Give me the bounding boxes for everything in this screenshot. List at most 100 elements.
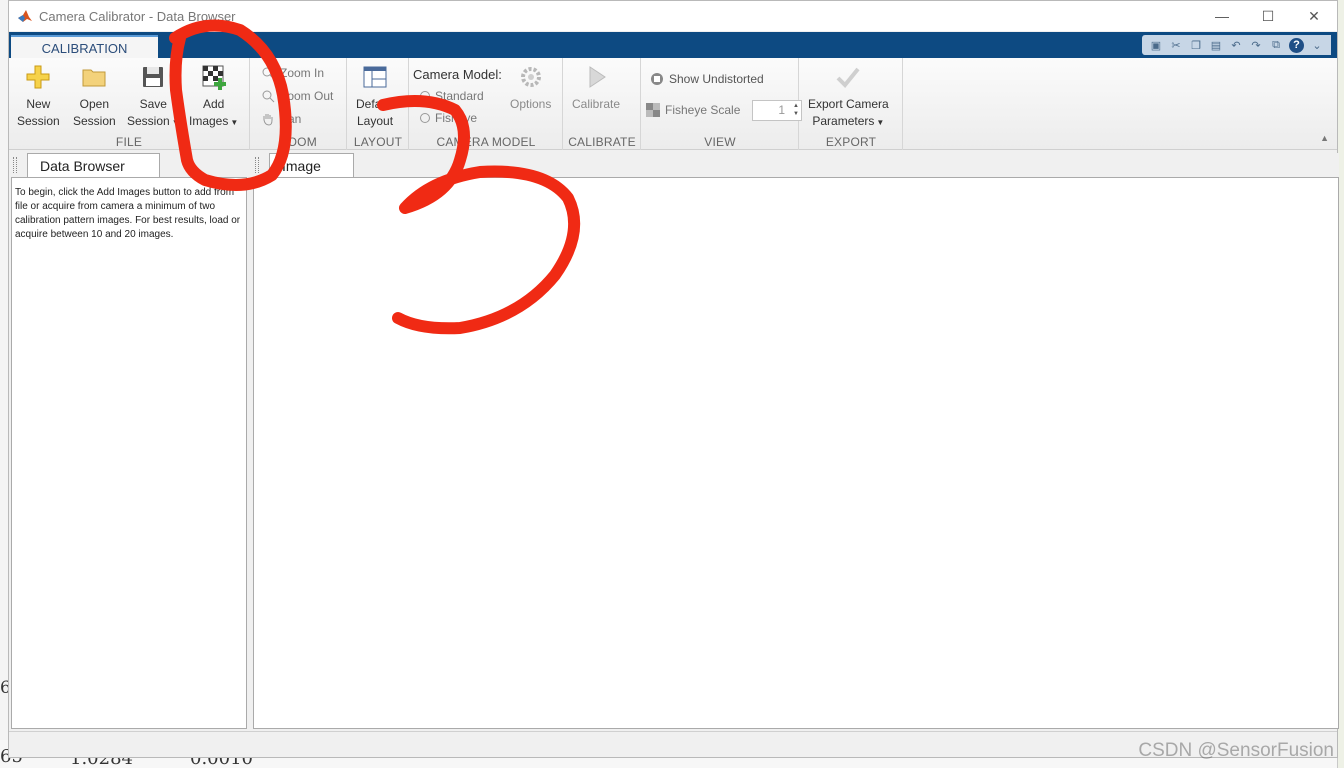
- data-browser-panel: Data Browser To begin, click the Add Ima…: [11, 153, 247, 729]
- save-session-label-2: Session ▼: [127, 113, 180, 131]
- undistorted-icon: [651, 73, 663, 85]
- help-icon[interactable]: ?: [1289, 37, 1304, 53]
- redo-icon[interactable]: ↷: [1246, 36, 1266, 54]
- tab-image[interactable]: Image: [269, 153, 354, 178]
- maximize-icon: ☐: [1261, 7, 1275, 24]
- tab-calibration[interactable]: CALIBRATION: [11, 35, 158, 59]
- image-display-area[interactable]: [253, 177, 1339, 729]
- pan-hand-icon: [263, 114, 273, 126]
- view-group-label: VIEW: [704, 135, 736, 149]
- camera-calibrator-window: Camera Calibrator - Data Browser — ☐ ✕ C…: [8, 0, 1339, 758]
- zoom-in-icon: [262, 67, 275, 80]
- data-browser-body: To begin, click the Add Images button to…: [11, 177, 247, 729]
- radio-button-icon: [420, 113, 430, 123]
- show-undistorted-button[interactable]: Show Undistorted: [650, 72, 764, 86]
- open-session-label-1: Open: [79, 97, 110, 111]
- add-images-checkerboard-icon: [202, 65, 226, 90]
- matlab-logo-icon: [18, 10, 32, 22]
- fisheye-label: Fisheye: [435, 111, 478, 125]
- calibrate-group-label: CALIBRATE: [568, 135, 636, 149]
- panel-grip-icon[interactable]: [255, 157, 259, 173]
- fisheye-scale-label: Fisheye Scale: [665, 103, 741, 117]
- save-icon[interactable]: ▣: [1146, 36, 1166, 54]
- undo-icon[interactable]: ↶: [1226, 36, 1246, 54]
- window-controls: — ☐ ✕: [1199, 1, 1337, 31]
- spinner-arrows-icon[interactable]: ▲ ▼: [793, 102, 799, 118]
- fisheye-radio[interactable]: Fisheye: [420, 111, 477, 125]
- layout-group: Default Layout LAYOUT: [348, 58, 409, 150]
- save-session-button[interactable]: Save Session ▼: [127, 64, 180, 131]
- export-label-text: Parameters: [812, 114, 875, 128]
- gear-icon: [520, 67, 541, 87]
- open-session-button[interactable]: Open Session: [73, 64, 116, 130]
- layout-group-label: LAYOUT: [353, 135, 403, 149]
- expand-chevron-icon[interactable]: ⌄: [1307, 36, 1327, 54]
- export-group: Export Camera Parameters ▼ EXPORT: [800, 58, 903, 150]
- checkmark-icon: [836, 67, 860, 88]
- export-label-2: Parameters ▼: [812, 113, 884, 131]
- zoom-in-label: Zoom In: [280, 66, 325, 80]
- panel-grip-icon[interactable]: [13, 157, 17, 173]
- add-images-label-text: Images: [189, 114, 229, 128]
- title-bar: Camera Calibrator - Data Browser — ☐ ✕: [9, 1, 1337, 31]
- zoom-out-icon: [262, 90, 275, 103]
- zoom-in-button[interactable]: Zoom In: [261, 66, 324, 80]
- export-group-label: EXPORT: [825, 135, 877, 149]
- fisheye-scale-spinner[interactable]: 1 ▲ ▼: [752, 100, 802, 121]
- file-group: New Session Open Session Save Session▼: [9, 58, 250, 150]
- export-label-1: Export Camera: [808, 97, 889, 111]
- image-panel: Image: [253, 153, 1339, 729]
- copy-icon[interactable]: ❐: [1186, 36, 1206, 54]
- new-session-label-2: Session: [17, 114, 60, 128]
- calibrate-button[interactable]: Calibrate: [572, 64, 620, 113]
- folder-icon: [82, 69, 106, 87]
- save-session-label-text: Session: [127, 114, 170, 128]
- options-button[interactable]: Options: [510, 64, 551, 113]
- minimize-icon: —: [1215, 8, 1229, 24]
- new-plus-icon: [26, 65, 50, 89]
- file-group-label: FILE: [115, 135, 143, 149]
- zoom-out-button[interactable]: Zoom Out: [261, 89, 333, 103]
- background-document-left: [0, 0, 8, 768]
- standard-radio[interactable]: Standard: [420, 89, 484, 103]
- export-camera-parameters-button[interactable]: Export Camera Parameters ▼: [808, 64, 889, 131]
- standard-label: Standard: [435, 89, 484, 103]
- close-button[interactable]: ✕: [1291, 1, 1337, 31]
- fisheye-scale-icon: [646, 103, 660, 117]
- camera-model-group: Camera Model: Standard Fisheye Options C…: [410, 58, 563, 150]
- data-browser-instructions: To begin, click the Add Images button to…: [15, 187, 241, 240]
- fisheye-scale-control: Fisheye Scale: [646, 103, 740, 117]
- pan-button[interactable]: Pan: [261, 112, 301, 126]
- fisheye-scale-value: 1: [778, 103, 785, 117]
- minimize-button[interactable]: —: [1199, 1, 1245, 31]
- window-title: Camera Calibrator - Data Browser: [39, 8, 236, 24]
- open-session-label-2: Session: [73, 114, 116, 128]
- ribbon-tab-strip: CALIBRATION ▣ ✂ ❐ ▤ ↶ ↷ ⧉ ? ⌄: [9, 32, 1337, 59]
- show-undistorted-label: Show Undistorted: [669, 72, 764, 86]
- ribbon-toolstrip: New Session Open Session Save Session▼: [9, 58, 1337, 150]
- new-session-label-1: New: [26, 97, 51, 111]
- new-session-button[interactable]: New Session: [17, 64, 60, 130]
- quick-access-toolbar: ▣ ✂ ❐ ▤ ↶ ↷ ⧉ ? ⌄: [1142, 35, 1331, 55]
- add-images-label-1: Add: [202, 97, 225, 111]
- collapse-ribbon-icon[interactable]: ▲: [1320, 133, 1329, 143]
- radio-button-icon: [420, 91, 430, 101]
- camera-model-group-label: CAMERA MODEL: [436, 135, 536, 149]
- watermark: CSDN @SensorFusion: [1138, 740, 1334, 761]
- floppy-disk-icon: [143, 67, 164, 87]
- zoom-out-label: Zoom Out: [280, 89, 334, 103]
- add-images-button[interactable]: Add Images ▼: [189, 64, 238, 131]
- dropdown-caret-icon: ▼: [876, 118, 885, 127]
- default-layout-button[interactable]: Default Layout: [356, 64, 394, 130]
- play-icon: [589, 66, 606, 88]
- switch-windows-icon[interactable]: ⧉: [1266, 36, 1286, 54]
- options-label: Options: [510, 97, 552, 111]
- maximize-button[interactable]: ☐: [1245, 1, 1291, 31]
- calibrate-group: Calibrate CALIBRATE: [564, 58, 641, 150]
- tab-data-browser[interactable]: Data Browser: [27, 153, 160, 178]
- camera-model-heading: Camera Model:: [413, 67, 502, 82]
- add-images-label-2: Images ▼: [189, 113, 238, 131]
- cut-icon[interactable]: ✂: [1166, 36, 1186, 54]
- paste-icon[interactable]: ▤: [1206, 36, 1226, 54]
- save-session-label-1: Save: [139, 97, 167, 111]
